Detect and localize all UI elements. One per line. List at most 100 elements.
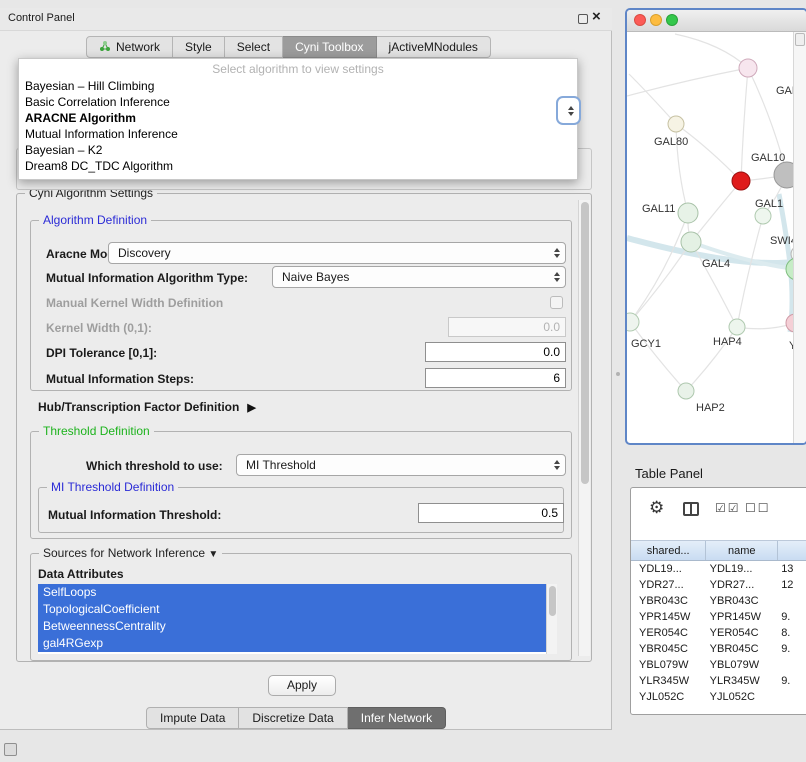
minimized-panel-icon[interactable] [4,743,17,756]
network-node-label: GAL80 [654,136,688,148]
settings-scrollbar[interactable] [578,200,590,656]
control-panel-tabs: Network Style SelectCyni Toolbox jActiveMNo… [86,36,491,58]
tab-network[interactable]: Network [86,36,173,58]
mi-threshold-definition-title: MI Threshold Definition [47,480,178,494]
dpi-tolerance-field[interactable] [425,342,566,362]
gear-icon[interactable]: ⚙ [649,498,664,518]
table-row[interactable]: YBL079WYBL079W [631,657,806,673]
columns-icon[interactable] [683,502,699,516]
network-node-label: GCY1 [631,338,661,350]
table-row[interactable]: YBR045CYBR045C9. [631,641,806,657]
network-node[interactable] [729,319,745,335]
combo-arrows-icon [554,248,560,258]
attribute-list-item[interactable]: SelfLoops [38,584,546,601]
collapse-down-icon[interactable]: ▼ [208,549,218,560]
aracne-mode-select[interactable]: Discovery [108,242,566,264]
network-node[interactable] [774,162,793,188]
algorithm-option[interactable]: Bayesian – Hill Climbing [19,78,577,94]
table-cell: YDL19... [707,561,779,577]
algorithm-option[interactable]: Mutual Information Inference [19,126,577,142]
mac-close-icon[interactable] [634,14,646,26]
deselect-all-checkboxes-icon[interactable]: ☐☐ [745,501,771,515]
algorithm-combo-button[interactable] [556,96,581,125]
algorithm-option[interactable]: Bayesian – K2 [19,142,577,158]
network-node-label: GAL11 [642,203,675,215]
kernel-width-label: Kernel Width (0,1): [46,321,152,335]
attribute-list-scrollbar-thumb[interactable] [549,586,556,616]
tab-label: Network [116,40,160,54]
table-cell: YBR043C [631,593,707,609]
table-cell: 12 [778,577,806,593]
tab-cyni-toolbox[interactable]: Cyni Toolbox [283,36,376,58]
table-row[interactable]: YPR145WYPR145W9. [631,609,806,625]
apply-button[interactable]: Apply [268,675,336,696]
table-row[interactable]: YBR043CYBR043C [631,593,806,609]
tab-label: jActiveMNodules [389,40,478,54]
column-header[interactable]: name [706,541,778,560]
mi-algorithm-type-select[interactable]: Naive Bayes [272,266,566,288]
algorithm-option[interactable]: ARACNE Algorithm [19,110,577,126]
which-threshold-select[interactable]: MI Threshold [236,454,566,476]
bottom-tab-discretize-data[interactable]: Discretize Data [239,707,347,729]
algorithm-option[interactable]: Basic Correlation Inference [19,94,577,110]
settings-scrollbar-thumb[interactable] [581,202,589,484]
sources-title-text: Sources for Network Inference [43,546,205,560]
table-row[interactable]: YJL052CYJL052C [631,689,806,705]
attribute-list-item[interactable]: TopologicalCoefficient [38,601,546,618]
network-node[interactable] [678,383,694,399]
table-cell: YDL19... [631,561,707,577]
algorithm-popup-placeholder: Select algorithm to view settings [19,61,577,78]
table-row[interactable]: YLR345WYLR345W9. [631,673,806,689]
mi-threshold-field[interactable] [418,503,564,523]
network-window-titlebar[interactable] [627,10,806,32]
tab-label: Style [185,40,212,54]
network-node[interactable] [732,172,750,190]
network-node[interactable] [678,203,698,223]
tab-select[interactable]: Select [225,36,283,58]
table-cell: YPR145W [707,609,779,625]
network-canvas[interactable]: GAL8GAL80GAL10GAL11GAL1SWI4GAL4GCY1HAP4H… [627,32,793,443]
table-row[interactable]: YDL19...YDL19...13 [631,561,806,577]
table-cell: YBR043C [707,593,779,609]
network-scrollbar-thumb[interactable] [795,33,805,46]
mi-steps-field[interactable] [425,368,566,388]
control-panel-title: Control Panel [8,12,75,24]
algorithm-option[interactable]: Dream8 DC_TDC Algorithm [19,158,577,174]
float-window-icon[interactable] [578,14,588,24]
sources-group-title: Sources for Network Inference ▼ [39,546,222,560]
hub-definition-toggle[interactable]: Hub/Transcription Factor Definition▶ [38,400,256,414]
network-node-label: GAL4 [702,258,730,270]
divider-handle[interactable] [616,372,620,376]
combo-arrows-icon [554,460,560,470]
attribute-list-item[interactable]: BetweennessCentrality [38,618,546,635]
select-all-checkboxes-icon[interactable]: ☑☑ [715,501,741,515]
close-icon[interactable]: × [592,9,601,25]
table-row[interactable]: YER054CYER054C8. [631,625,806,641]
network-node[interactable] [627,313,639,331]
bottom-tab-infer-network[interactable]: Infer Network [348,707,446,729]
table-cell [778,593,806,609]
table-cell: YBR045C [631,641,707,657]
network-node[interactable] [786,314,793,332]
attribute-list-item[interactable]: gal4RGexp [38,635,546,652]
network-node[interactable] [755,208,771,224]
table-row[interactable]: YDR27...YDR27...12 [631,577,806,593]
network-node-label: HAP4 [713,336,742,348]
table-cell: 8. [778,625,806,641]
column-header[interactable]: shared... [631,541,706,560]
network-node[interactable] [681,232,701,252]
network-scrollbar[interactable] [793,32,806,443]
mac-minimize-icon[interactable] [650,14,662,26]
data-attributes-label: Data Attributes [38,567,124,581]
network-node[interactable] [739,59,757,77]
manual-kernel-checkbox[interactable] [550,296,563,309]
tab-jactivemnodules[interactable]: jActiveMNodules [377,36,491,58]
column-header[interactable] [778,541,806,560]
tab-style[interactable]: Style [173,36,225,58]
mac-zoom-icon[interactable] [666,14,678,26]
network-node[interactable] [668,116,684,132]
attribute-list-scrollbar[interactable] [546,584,557,654]
network-edge [676,124,741,181]
bottom-tab-impute-data[interactable]: Impute Data [146,707,239,729]
table-cell: YDR27... [707,577,779,593]
